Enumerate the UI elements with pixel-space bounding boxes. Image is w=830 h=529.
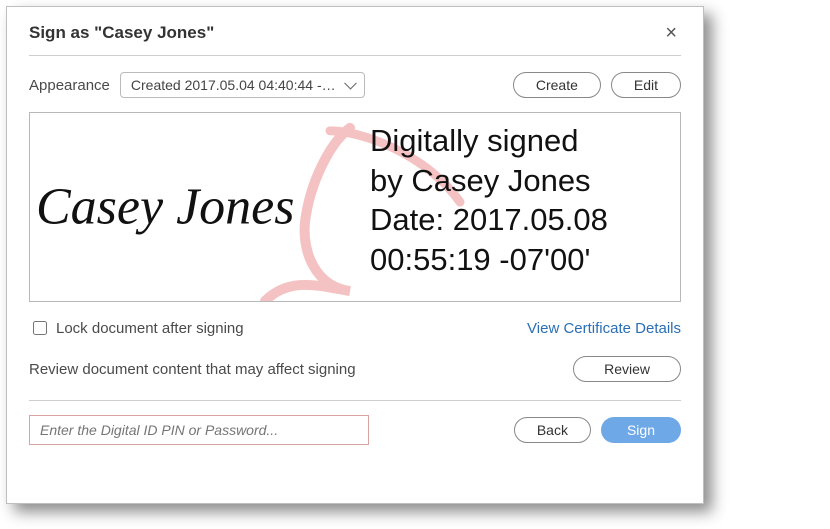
signature-name-script: Casey Jones [36, 178, 294, 237]
lock-checkbox[interactable] [33, 321, 47, 335]
signature-detail-line: Date: 2017.05.08 [370, 200, 674, 240]
review-row: Review document content that may affect … [29, 356, 681, 382]
dialog-header: Sign as "Casey Jones" × [29, 21, 681, 56]
appearance-dropdown[interactable]: Created 2017.05.04 04:40:44 -07'... [120, 72, 365, 98]
lock-checkbox-label[interactable]: Lock document after signing [29, 318, 244, 338]
signature-detail-block: Digitally signed by Casey Jones Date: 20… [370, 121, 674, 280]
edit-button[interactable]: Edit [611, 72, 681, 98]
lock-row: Lock document after signing View Certifi… [29, 318, 681, 338]
back-button[interactable]: Back [514, 417, 591, 443]
review-button[interactable]: Review [573, 356, 681, 382]
signature-detail-line: 00:55:19 -07'00' [370, 240, 674, 280]
dialog-title: Sign as "Casey Jones" [29, 23, 214, 43]
signature-detail-line: by Casey Jones [370, 161, 674, 201]
review-label: Review document content that may affect … [29, 361, 356, 378]
appearance-label: Appearance [29, 77, 110, 94]
appearance-row: Appearance Created 2017.05.04 04:40:44 -… [29, 72, 681, 98]
view-certificate-link[interactable]: View Certificate Details [527, 320, 681, 337]
appearance-selected-value: Created 2017.05.04 04:40:44 -07'... [131, 77, 352, 93]
sign-button[interactable]: Sign [601, 417, 681, 443]
divider [29, 400, 681, 401]
footer-buttons: Back Sign [514, 417, 681, 443]
signature-detail-line: Digitally signed [370, 121, 674, 161]
create-button[interactable]: Create [513, 72, 601, 98]
close-icon[interactable]: × [661, 21, 681, 45]
pin-password-input[interactable] [29, 415, 369, 445]
lock-label-text: Lock document after signing [56, 320, 244, 337]
signature-preview: Casey Jones Digitally signed by Casey Jo… [29, 112, 681, 302]
sign-dialog: Sign as "Casey Jones" × Appearance Creat… [6, 6, 704, 504]
footer-row: Back Sign [29, 415, 681, 445]
